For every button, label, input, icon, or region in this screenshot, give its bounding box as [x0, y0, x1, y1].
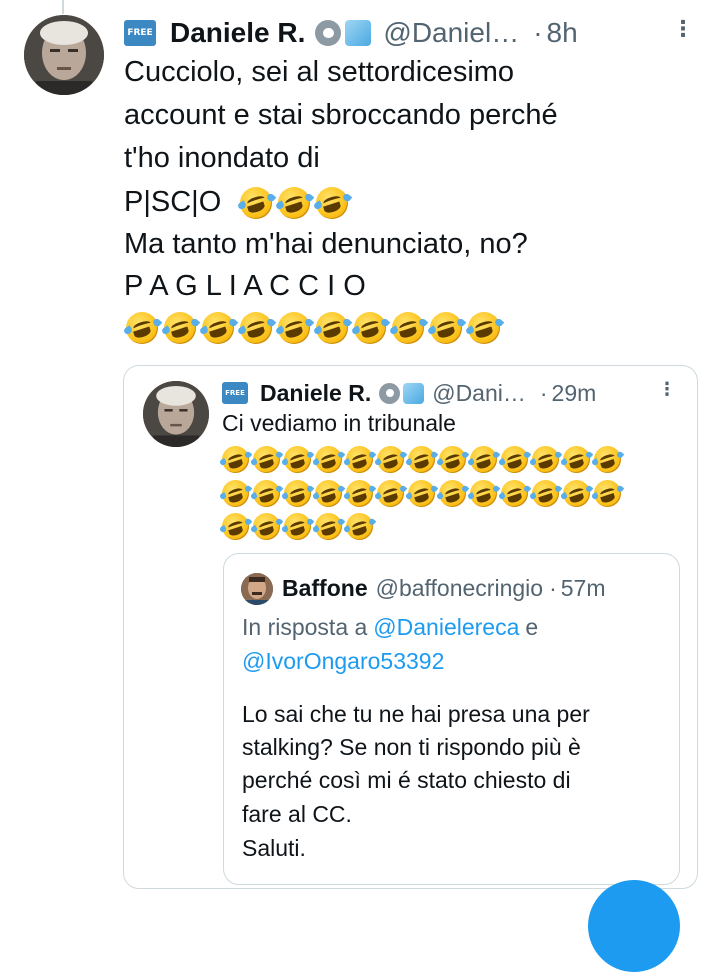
nested-tweet-text-line: Lo sai che tu ne hai presa una per: [242, 701, 590, 727]
laugh-emoji-icon: [281, 480, 315, 507]
tweet-text-line: Ma tanto m'hai denunciato, no?: [124, 228, 528, 260]
laugh-emoji-icon: [591, 480, 625, 507]
nested-tweet-text-line: Saluti.: [242, 835, 306, 861]
main-author-avatar[interactable]: [24, 15, 104, 95]
free-badge-icon: FREE: [222, 382, 248, 404]
laugh-emoji-icon: [374, 446, 408, 473]
laugh-emoji-icon: [312, 312, 352, 344]
quoted-author-avatar[interactable]: [143, 381, 209, 447]
laugh-emoji-icon: [464, 312, 504, 344]
laugh-emoji-icon: [529, 446, 563, 473]
laugh-emoji-icon: [274, 312, 314, 344]
laugh-emoji-icon: [198, 312, 238, 344]
laugh-emoji-icon: [467, 446, 501, 473]
more-options-icon[interactable]: ⋮: [658, 380, 676, 407]
laugh-emoji-icon: [467, 480, 501, 507]
laugh-emoji-row: [219, 446, 625, 473]
laugh-emoji-icon: [250, 480, 284, 507]
reply-prefix: In risposta a: [242, 613, 368, 640]
author-handle[interactable]: @Dani…: [432, 380, 526, 407]
quoted-tweet-text: Ci vediamo in tribunale: [222, 410, 456, 436]
laugh-emoji-icon: [312, 446, 346, 473]
separator-dot: ·: [533, 17, 543, 48]
laugh-emoji-icon: [374, 480, 408, 507]
laugh-emoji-icon: [591, 446, 625, 473]
laugh-emoji-icon: [343, 480, 377, 507]
laugh-emoji-icon: [236, 312, 276, 344]
automated-gear-icon: [379, 382, 401, 404]
laugh-emoji-icon: [312, 187, 352, 219]
tweet-text-line: t'ho inondato di: [124, 142, 320, 174]
separator-dot: ·: [549, 574, 557, 601]
laugh-emoji-icon: [426, 312, 466, 344]
reply-conjunction: e: [525, 613, 539, 640]
tweet-time[interactable]: 57m: [561, 575, 606, 602]
tweet-text-line: Cucciolo, sei al settordicesimo: [124, 56, 515, 88]
baffone-avatar[interactable]: [241, 573, 273, 605]
verified-badge-icon: [403, 382, 425, 404]
laugh-emoji-row: [219, 513, 377, 540]
nested-tweet-text-line: fare al CC.: [242, 801, 352, 827]
avatar-photo-icon: [24, 15, 104, 95]
author-handle[interactable]: @Daniel…: [383, 17, 519, 49]
avatar-photo-icon: [241, 573, 273, 605]
laugh-emoji-icon: [250, 446, 284, 473]
laugh-emoji-icon: [236, 187, 276, 219]
reply-mention-link[interactable]: @Danielereca: [373, 614, 519, 641]
quoted-tweet-header: FREE Daniele R. @Dani… · 29m: [222, 378, 596, 408]
laugh-emoji-icon: [312, 480, 346, 507]
laugh-emoji-icon: [219, 480, 253, 507]
laugh-emoji-icon: [436, 446, 470, 473]
laugh-emoji-icon: [160, 312, 200, 344]
separator-dot: ·: [539, 379, 548, 406]
free-badge-icon: FREE: [124, 20, 156, 46]
automated-gear-icon: [315, 20, 342, 46]
laugh-emoji-icon: [388, 312, 428, 344]
avatar-photo-icon: [143, 381, 209, 447]
laugh-emoji-row: [219, 480, 625, 507]
laugh-emoji-row: [122, 312, 504, 344]
laugh-emoji-icon: [343, 446, 377, 473]
author-handle[interactable]: @baffonecringio: [376, 575, 543, 602]
author-name[interactable]: Baffone: [282, 575, 368, 602]
laugh-emoji-icon: [529, 480, 563, 507]
nested-tweet-text-line: perché così mi é stato chiesto di: [242, 767, 571, 793]
laugh-emoji-icon: [219, 446, 253, 473]
main-tweet-header: FREE Daniele R. @Daniel… · 8h: [124, 16, 578, 50]
laugh-emoji-icon: [436, 480, 470, 507]
nested-tweet-text-line: stalking? Se non ti rispondo più è: [242, 734, 581, 760]
reply-mention-link[interactable]: @IvorOngaro53392: [242, 648, 444, 675]
laugh-emoji-icon: [281, 446, 315, 473]
laugh-emoji-icon: [274, 187, 314, 219]
author-name[interactable]: Daniele R.: [170, 17, 305, 49]
laugh-emoji-row: [236, 187, 352, 219]
laugh-emoji-icon: [250, 513, 284, 540]
more-options-icon[interactable]: ⋮: [672, 18, 694, 50]
laugh-emoji-icon: [343, 513, 377, 540]
tweet-time[interactable]: 29m: [552, 380, 597, 407]
thread-connector-line: [62, 0, 64, 14]
laugh-emoji-icon: [560, 446, 594, 473]
laugh-emoji-icon: [405, 480, 439, 507]
reply-context: In risposta a @Danielereca e: [242, 612, 538, 642]
tweet-text-line: P|SC|O: [124, 186, 222, 218]
laugh-emoji-icon: [122, 312, 162, 344]
tweet-text-line: account e stai sbroccando perché: [124, 99, 558, 131]
laugh-emoji-icon: [281, 513, 315, 540]
verified-badge-icon: [345, 20, 372, 46]
reply-context-continued: @IvorOngaro53392: [242, 646, 444, 676]
laugh-emoji-icon: [560, 480, 594, 507]
tweet-time[interactable]: 8h: [547, 17, 578, 49]
laugh-emoji-icon: [405, 446, 439, 473]
laugh-emoji-icon: [219, 513, 253, 540]
nested-tweet-header: Baffone @baffonecringio · 57m: [282, 573, 605, 603]
laugh-emoji-icon: [312, 513, 346, 540]
compose-fab-button[interactable]: [588, 880, 680, 972]
laugh-emoji-icon: [350, 312, 390, 344]
laugh-emoji-icon: [498, 480, 532, 507]
tweet-text-line: P A G L I A C C I O: [124, 270, 366, 302]
author-name[interactable]: Daniele R.: [260, 380, 371, 407]
laugh-emoji-icon: [498, 446, 532, 473]
